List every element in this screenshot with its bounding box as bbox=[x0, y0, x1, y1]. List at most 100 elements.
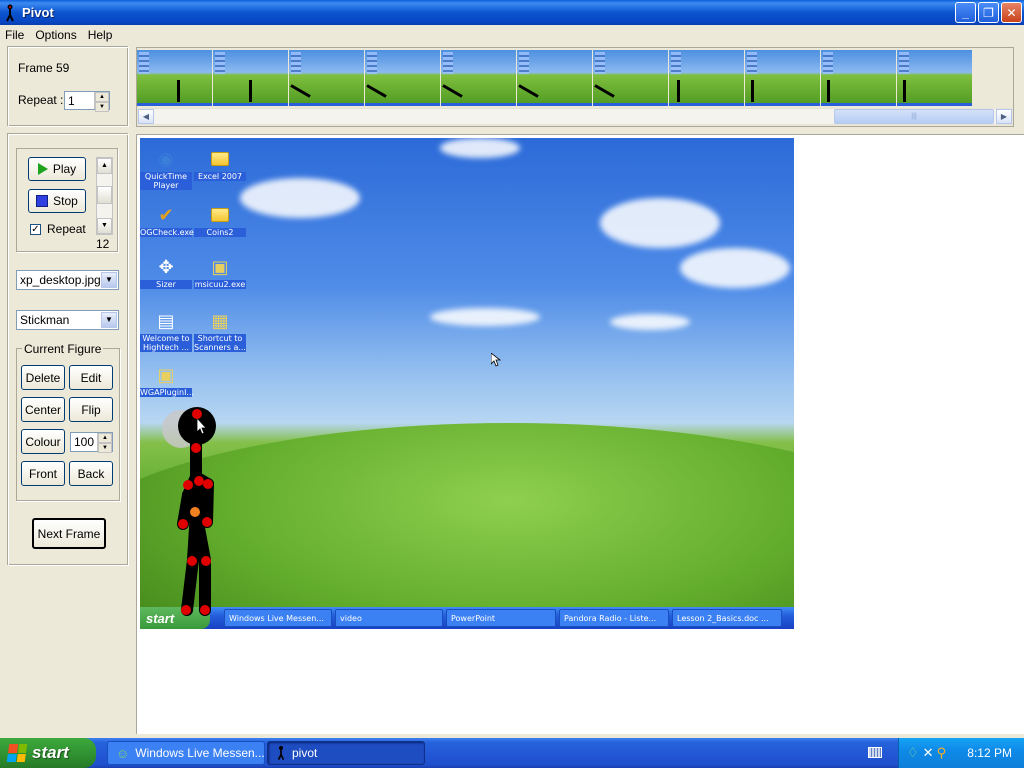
colour-button[interactable]: Colour bbox=[21, 429, 65, 454]
desktop-icon[interactable]: ▣ WGAPluginI... bbox=[140, 364, 195, 397]
joint-handle[interactable] bbox=[192, 409, 202, 419]
inner-taskbar-item: video bbox=[335, 609, 443, 627]
menu-help[interactable]: Help bbox=[83, 28, 119, 42]
spinner-up-icon[interactable]: ▲ bbox=[98, 433, 112, 443]
background-select-value: xp_desktop.jpg bbox=[20, 273, 101, 287]
clock: 8:12 PM bbox=[967, 746, 1012, 760]
figure-type-select-value: Stickman bbox=[20, 313, 70, 327]
root-joint-handle[interactable] bbox=[190, 507, 200, 517]
desktop-icon[interactable]: ✥ Sizer bbox=[140, 256, 192, 289]
figure-type-select[interactable]: Stickman ▼ bbox=[16, 310, 119, 330]
play-button[interactable]: Play bbox=[28, 157, 86, 181]
next-frame-button[interactable]: Next Frame bbox=[32, 518, 106, 549]
joint-handle[interactable] bbox=[181, 605, 191, 615]
frame-thumbnail[interactable] bbox=[517, 50, 593, 106]
frame-repeat-value[interactable]: 1 bbox=[65, 94, 94, 108]
current-figure-legend: Current Figure bbox=[22, 342, 104, 356]
back-button[interactable]: Back bbox=[69, 461, 113, 486]
keyboard-icon[interactable] bbox=[868, 747, 882, 758]
colour-value[interactable]: 100 bbox=[71, 435, 97, 449]
taskbar-item-label: pivot bbox=[292, 746, 318, 760]
frame-thumbnail[interactable] bbox=[289, 50, 365, 106]
desktop-icon-label: Sizer bbox=[140, 280, 192, 289]
play-label: Play bbox=[52, 162, 77, 176]
frame-thumbnail[interactable] bbox=[821, 50, 897, 106]
shortcut-icon: ▦ bbox=[211, 310, 229, 331]
menu-file[interactable]: File bbox=[0, 28, 30, 42]
colour-spinner[interactable]: 100 ▲ ▼ bbox=[70, 432, 113, 453]
scroll-left-icon[interactable]: ◀ bbox=[138, 109, 154, 124]
taskbar-item-messenger[interactable]: ☺ Windows Live Messen... bbox=[107, 741, 265, 765]
desktop-icon[interactable]: ▦ Shortcut to Scanners a... bbox=[194, 310, 246, 352]
joint-handle[interactable] bbox=[191, 443, 201, 453]
desktop-icon[interactable]: ◉ QuickTime Player bbox=[140, 148, 192, 190]
front-button[interactable]: Front bbox=[21, 461, 65, 486]
menu-options[interactable]: Options bbox=[30, 28, 82, 42]
center-button[interactable]: Center bbox=[21, 397, 65, 422]
desktop-icon-label: Welcome to Hightech ... bbox=[140, 334, 192, 352]
edit-button[interactable]: Edit bbox=[69, 365, 113, 390]
frame-thumbnail[interactable] bbox=[897, 50, 973, 106]
system-tray: ♢ ✕ ⚲ 8:12 PM bbox=[898, 738, 1024, 768]
joint-handle[interactable] bbox=[178, 519, 188, 529]
taskbar-item-label: Windows Live Messen... bbox=[135, 746, 265, 760]
title-bar[interactable]: Pivot _ ❐ ✕ bbox=[0, 0, 1024, 25]
desktop-icon[interactable]: ▤ Welcome to Hightech ... bbox=[140, 310, 192, 352]
taskbar-item-pivot[interactable]: pivot bbox=[267, 741, 425, 765]
desktop-icon-label: Coins2 bbox=[194, 228, 246, 237]
stop-label: Stop bbox=[53, 194, 78, 208]
chevron-down-icon[interactable]: ▼ bbox=[101, 312, 117, 328]
desktop-icon[interactable]: ✔ OGCheck.exe bbox=[140, 204, 194, 237]
joint-handle[interactable] bbox=[203, 479, 213, 489]
frame-strip-scrollbar[interactable]: ◀ ||| ▶ bbox=[137, 108, 1013, 125]
speed-slider[interactable]: ▲ ▼ bbox=[96, 157, 113, 235]
desktop-icon-label: WGAPluginI... bbox=[140, 388, 195, 397]
repeat-checkbox[interactable]: ✓ bbox=[30, 224, 41, 235]
maximize-button[interactable]: ❐ bbox=[978, 2, 999, 23]
desktop-icon[interactable]: Excel 2007 bbox=[194, 148, 246, 181]
scrollbar-thumb[interactable]: ||| bbox=[834, 109, 994, 124]
stop-button[interactable]: Stop bbox=[28, 189, 86, 213]
frame-thumbnail[interactable] bbox=[745, 50, 821, 106]
scroll-right-icon[interactable]: ▶ bbox=[996, 109, 1012, 124]
stop-icon bbox=[36, 195, 49, 207]
frame-thumbnail[interactable] bbox=[669, 50, 745, 106]
inner-xp-taskbar: start Windows Live Messen... video Power… bbox=[140, 607, 794, 629]
flip-button[interactable]: Flip bbox=[69, 397, 113, 422]
menu-bar: File Options Help bbox=[0, 25, 1024, 44]
desktop-icon[interactable]: Coins2 bbox=[194, 204, 246, 237]
frame-info-panel bbox=[8, 47, 129, 127]
frame-thumbnail[interactable] bbox=[593, 50, 669, 106]
joint-handle[interactable] bbox=[202, 517, 212, 527]
search-icon[interactable]: ⚲ bbox=[937, 745, 947, 761]
repeat-checkbox-label: Repeat bbox=[47, 222, 86, 236]
chevron-down-icon[interactable]: ▼ bbox=[101, 272, 117, 288]
network-icon[interactable]: ♢ bbox=[907, 745, 919, 761]
quicktime-icon: ◉ bbox=[158, 148, 174, 169]
joint-handle[interactable] bbox=[187, 556, 197, 566]
delete-button[interactable]: Delete bbox=[21, 365, 65, 390]
minimize-button[interactable]: _ bbox=[955, 2, 976, 23]
joint-handle[interactable] bbox=[200, 605, 210, 615]
frame-thumbnail[interactable] bbox=[137, 50, 213, 106]
frame-thumbnail[interactable] bbox=[441, 50, 517, 106]
joint-handle[interactable] bbox=[201, 556, 211, 566]
spinner-down-icon[interactable]: ▼ bbox=[98, 443, 112, 453]
desktop-icon[interactable]: ▣ msicuu2.exe bbox=[194, 256, 246, 289]
frame-thumbnail[interactable] bbox=[365, 50, 441, 106]
start-button[interactable]: start bbox=[0, 738, 96, 768]
speed-down-icon[interactable]: ▼ bbox=[97, 218, 112, 234]
security-icon[interactable]: ✕ bbox=[923, 745, 934, 761]
animation-canvas[interactable]: ◉ QuickTime Player Excel 2007 ✔ OGCheck.… bbox=[140, 138, 794, 629]
frame-number-label: Frame 59 bbox=[18, 61, 70, 75]
background-select[interactable]: xp_desktop.jpg ▼ bbox=[16, 270, 119, 290]
joint-handle[interactable] bbox=[183, 480, 193, 490]
folder-icon bbox=[208, 204, 232, 226]
frame-thumbnail[interactable] bbox=[213, 50, 289, 106]
speed-slider-thumb[interactable] bbox=[97, 186, 112, 204]
spinner-up-icon[interactable]: ▲ bbox=[95, 92, 109, 102]
speed-up-icon[interactable]: ▲ bbox=[97, 158, 112, 174]
close-button[interactable]: ✕ bbox=[1001, 2, 1022, 23]
spinner-down-icon[interactable]: ▼ bbox=[95, 102, 109, 112]
frame-repeat-spinner[interactable]: 1 ▲ ▼ bbox=[64, 91, 110, 112]
